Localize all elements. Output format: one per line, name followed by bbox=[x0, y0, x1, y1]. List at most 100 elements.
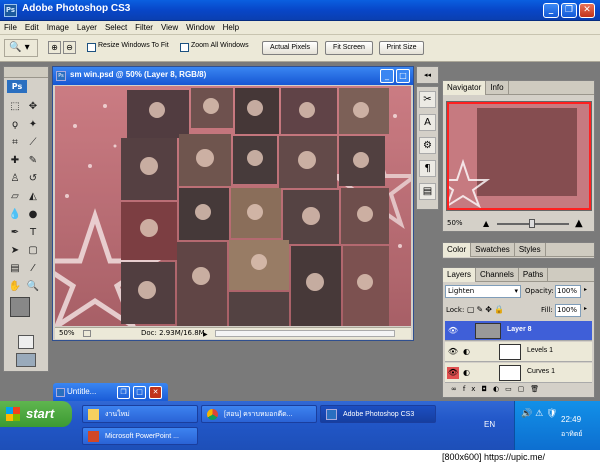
tab-info[interactable]: Info bbox=[486, 81, 509, 95]
layer-row[interactable]: 👁 ◐ Levels 1 bbox=[445, 342, 592, 362]
menu-help[interactable]: Help bbox=[219, 21, 243, 35]
actual-pixels-button[interactable]: Actual Pixels bbox=[262, 41, 318, 55]
marquee-tool-icon[interactable]: ⬚ bbox=[7, 99, 23, 115]
print-size-button[interactable]: Print Size bbox=[379, 41, 424, 55]
fill-field[interactable]: 100% bbox=[555, 304, 581, 317]
magic-wand-icon[interactable]: ✦ bbox=[25, 117, 41, 133]
eyedropper-icon[interactable]: ⁄ bbox=[25, 261, 41, 277]
zoom-tool-icon[interactable]: 🔍 bbox=[25, 279, 41, 295]
layer-row[interactable]: 👁 ◐ Curves 1 bbox=[445, 363, 592, 383]
zoom-in-mountain-icon[interactable]: ▲ bbox=[575, 218, 583, 229]
paint-bucket-icon[interactable]: ◭ bbox=[25, 189, 41, 205]
menu-filter[interactable]: Filter bbox=[131, 21, 157, 35]
fill-arrow-icon[interactable]: ▸ bbox=[584, 305, 587, 312]
notes-tool-icon[interactable]: ▤ bbox=[7, 261, 23, 277]
clone-stamp-icon[interactable]: ♙ bbox=[7, 171, 23, 187]
eye-icon[interactable]: 👁 bbox=[447, 346, 459, 358]
tab-channels[interactable]: Channels bbox=[476, 268, 519, 282]
maximize-button[interactable]: ❐ bbox=[561, 3, 577, 18]
menu-image[interactable]: Image bbox=[43, 21, 73, 35]
brushes-icon[interactable]: ✂ bbox=[419, 91, 436, 108]
minimize-button[interactable]: _ bbox=[543, 3, 559, 18]
close-button[interactable]: ✕ bbox=[149, 386, 162, 399]
opacity-arrow-icon[interactable]: ▸ bbox=[584, 286, 587, 293]
minimized-untitled-window[interactable]: Untitle... ❐ □ ✕ bbox=[53, 383, 168, 403]
image-canvas[interactable] bbox=[55, 86, 411, 326]
tab-styles[interactable]: Styles bbox=[515, 243, 546, 257]
slice-tool-icon[interactable]: ⟋ bbox=[25, 135, 41, 151]
collapse-strip-icon[interactable]: ◂◂ bbox=[416, 66, 439, 84]
doc-minimize-button[interactable]: _ bbox=[380, 69, 394, 83]
healing-brush-icon[interactable]: ✚ bbox=[7, 153, 23, 169]
tab-paths[interactable]: Paths bbox=[519, 268, 549, 282]
lasso-tool-icon[interactable]: ϙ bbox=[7, 117, 23, 133]
opacity-field[interactable]: 100% bbox=[555, 285, 581, 298]
slider-thumb[interactable] bbox=[529, 219, 535, 228]
doc-maximize-button[interactable]: □ bbox=[396, 69, 410, 83]
taskbar-task[interactable]: Microsoft PowerPoint ... bbox=[82, 427, 198, 445]
dodge-tool-icon[interactable]: ● bbox=[25, 207, 41, 223]
doc-zoom-level[interactable]: 50% bbox=[59, 328, 75, 339]
history-brush-icon[interactable]: ↺ bbox=[25, 171, 41, 187]
taskbar-task[interactable]: [สอน] คราบหมอกดีด... bbox=[201, 405, 317, 423]
character-icon[interactable]: A bbox=[419, 114, 436, 131]
horizontal-scrollbar[interactable] bbox=[215, 330, 395, 337]
eraser-tool-icon[interactable]: ▱ bbox=[7, 189, 23, 205]
restore-button[interactable]: ❐ bbox=[117, 386, 130, 399]
tray-icons[interactable]: 🔊 ⚠ 🛡 bbox=[521, 409, 557, 419]
move-tool-icon[interactable]: ✥ bbox=[25, 99, 41, 115]
blur-tool-icon[interactable]: 💧 bbox=[7, 207, 23, 223]
maximize-button[interactable]: □ bbox=[133, 386, 146, 399]
screen-mode-icon[interactable] bbox=[16, 353, 36, 367]
shape-tool-icon[interactable]: ▢ bbox=[25, 243, 41, 259]
pen-tool-icon[interactable]: ✒ bbox=[7, 225, 23, 241]
tab-swatches[interactable]: Swatches bbox=[471, 243, 515, 257]
document-title-bar[interactable]: Ps sm win.psd @ 50% (Layer 8, RGB/8) _ □ bbox=[53, 67, 413, 85]
navigator-view-box[interactable] bbox=[447, 102, 591, 210]
layers-footer-icons[interactable]: ∞fx◘◐▭▢🗑 bbox=[445, 385, 592, 397]
language-indicator[interactable]: EN bbox=[484, 420, 495, 429]
lock-label: Lock: bbox=[446, 306, 465, 314]
layer-comps-icon[interactable]: ▤ bbox=[419, 183, 436, 200]
document-title: sm win.psd @ 50% (Layer 8, RGB/8) bbox=[70, 70, 207, 79]
path-selection-icon[interactable]: ➤ bbox=[7, 243, 23, 259]
resize-windows-checkbox[interactable] bbox=[87, 43, 96, 52]
taskbar-task-active[interactable]: Adobe Photoshop CS3 bbox=[320, 405, 436, 423]
menu-window[interactable]: Window bbox=[182, 21, 218, 35]
eye-icon[interactable]: 👁 bbox=[447, 367, 459, 379]
clone-source-icon[interactable]: ⚙ bbox=[419, 137, 436, 154]
menu-select[interactable]: Select bbox=[101, 21, 131, 35]
zoom-all-windows-checkbox[interactable] bbox=[180, 43, 189, 52]
tab-color[interactable]: Color bbox=[443, 243, 472, 257]
lock-icons[interactable]: ▢✎✥🔒 bbox=[467, 305, 506, 314]
fit-screen-button[interactable]: Fit Screen bbox=[325, 41, 373, 55]
tab-navigator[interactable]: Navigator bbox=[443, 81, 487, 95]
zoom-out-mountain-icon[interactable]: ▲ bbox=[483, 219, 489, 228]
navigator-zoom[interactable]: 50% bbox=[447, 219, 463, 227]
menu-view[interactable]: View bbox=[157, 21, 182, 35]
quick-mask-icon[interactable] bbox=[18, 335, 34, 349]
clock-time[interactable]: 22:49 bbox=[561, 415, 581, 424]
close-button[interactable]: ✕ bbox=[579, 3, 595, 18]
menu-file[interactable]: File bbox=[0, 21, 21, 35]
layer-row[interactable]: 👁 Layer 8 bbox=[445, 321, 592, 341]
eye-icon[interactable]: 👁 bbox=[447, 325, 459, 337]
hand-tool-icon[interactable]: ✋ bbox=[7, 279, 23, 295]
menu-layer[interactable]: Layer bbox=[73, 21, 101, 35]
crop-tool-icon[interactable]: ⌗ bbox=[7, 135, 23, 151]
taskbar-task[interactable]: งานใหม่ bbox=[82, 405, 198, 423]
menu-edit[interactable]: Edit bbox=[21, 21, 43, 35]
zoom-tool-preset[interactable]: 🔍 ▾ bbox=[4, 39, 38, 57]
brush-tool-icon[interactable]: ✎ bbox=[25, 153, 41, 169]
menu-bar: File Edit Image Layer Select Filter View Window… bbox=[0, 21, 600, 35]
navigator-thumbnail[interactable] bbox=[435, 101, 592, 211]
tab-layers[interactable]: Layers bbox=[443, 268, 477, 282]
status-menu-arrow-icon[interactable]: ▶ bbox=[203, 329, 208, 340]
zoom-in-icon[interactable]: ⊕ bbox=[48, 41, 61, 54]
type-tool-icon[interactable]: T bbox=[25, 225, 41, 241]
paragraph-icon[interactable]: ¶ bbox=[419, 160, 436, 177]
foreground-color-swatch[interactable] bbox=[10, 297, 30, 317]
blend-mode-select[interactable]: Lighten ▾ bbox=[445, 285, 521, 298]
start-button[interactable]: start bbox=[0, 401, 72, 427]
zoom-out-icon[interactable]: ⊖ bbox=[63, 41, 76, 54]
